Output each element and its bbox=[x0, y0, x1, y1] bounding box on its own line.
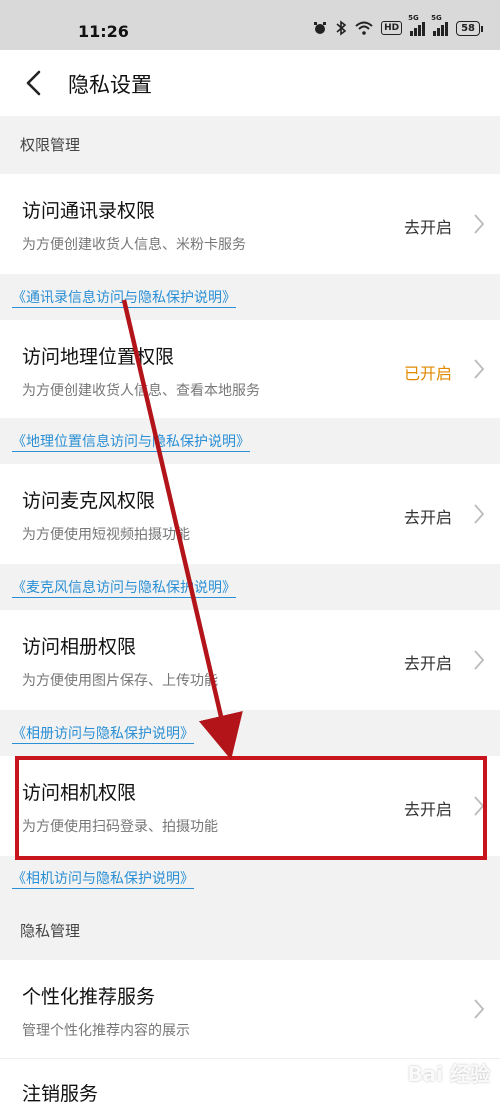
chevron-right-icon bbox=[474, 999, 485, 1019]
permission-row-album[interactable]: 访问相册权限 为方便使用图片保存、上传功能 去开启 bbox=[0, 610, 500, 710]
link-strip-contacts: 《通讯录信息访问与隐私保护说明》 bbox=[0, 274, 500, 320]
status-time: 11:26 bbox=[78, 22, 129, 41]
bluetooth-icon bbox=[336, 20, 347, 36]
battery-icon: 58 bbox=[456, 20, 483, 36]
signal-label: 5G bbox=[408, 14, 419, 22]
row-status[interactable]: 去开启 bbox=[404, 504, 452, 528]
alarm-icon bbox=[314, 22, 327, 34]
row-status[interactable]: 已开启 bbox=[404, 360, 452, 384]
row-title: 访问地理位置权限 bbox=[22, 346, 175, 368]
privacy-link-camera[interactable]: 《相机访问与隐私保护说明》 bbox=[12, 870, 194, 889]
privacy-row-personalized[interactable]: 个性化推荐服务 管理个性化推荐内容的展示 bbox=[0, 960, 500, 1058]
section-header-permissions: 权限管理 bbox=[0, 116, 500, 174]
signal-icon-2: 5G bbox=[431, 14, 449, 36]
row-title: 访问麦克风权限 bbox=[22, 490, 156, 512]
permission-row-microphone[interactable]: 访问麦克风权限 为方便使用短视频拍摄功能 去开启 bbox=[0, 464, 500, 564]
chevron-right-icon bbox=[474, 650, 485, 670]
row-title: 访问通讯录权限 bbox=[22, 200, 156, 222]
privacy-link-microphone[interactable]: 《麦克风信息访问与隐私保护说明》 bbox=[12, 579, 236, 598]
chevron-right-icon bbox=[474, 504, 485, 524]
row-subtitle: 管理个性化推荐内容的展示 bbox=[22, 1023, 190, 1039]
signal-icon: 5G bbox=[408, 14, 426, 36]
page-title: 隐私设置 bbox=[68, 73, 152, 97]
annotation-highlight-box bbox=[15, 756, 487, 860]
permission-row-contacts[interactable]: 访问通讯录权限 为方便创建收货人信息、米粉卡服务 去开启 bbox=[0, 174, 500, 274]
row-subtitle: 为方便创建收货人信息、查看本地服务 bbox=[22, 383, 260, 399]
row-title: 注销服务 bbox=[22, 1083, 99, 1105]
row-subtitle: 为方便创建收货人信息、米粉卡服务 bbox=[22, 237, 246, 253]
link-strip-location: 《地理位置信息访问与隐私保护说明》 bbox=[0, 418, 500, 464]
link-strip-microphone: 《麦克风信息访问与隐私保护说明》 bbox=[0, 564, 500, 610]
row-subtitle: 为方便使用图片保存、上传功能 bbox=[22, 673, 218, 689]
watermark-logo: Bai 经验 bbox=[407, 1062, 490, 1086]
link-strip-camera: 《相机访问与隐私保护说明》 bbox=[0, 856, 500, 902]
row-title: 访问相册权限 bbox=[22, 636, 137, 658]
permission-row-location[interactable]: 访问地理位置权限 为方便创建收货人信息、查看本地服务 已开启 bbox=[0, 320, 500, 418]
chevron-right-icon bbox=[474, 214, 485, 234]
privacy-link-album[interactable]: 《相册访问与隐私保护说明》 bbox=[12, 725, 194, 744]
row-status[interactable]: 去开启 bbox=[404, 650, 452, 674]
row-title: 个性化推荐服务 bbox=[22, 986, 156, 1008]
row-subtitle: 为方便使用短视频拍摄功能 bbox=[22, 527, 190, 543]
back-arrow-icon[interactable] bbox=[20, 68, 48, 98]
status-icons: HD 5G 5G 58 bbox=[313, 14, 483, 36]
link-strip-album: 《相册访问与隐私保护说明》 bbox=[0, 710, 500, 756]
wifi-icon bbox=[355, 21, 373, 35]
chevron-right-icon bbox=[474, 359, 485, 379]
privacy-link-location[interactable]: 《地理位置信息访问与隐私保护说明》 bbox=[12, 433, 250, 452]
section-header-privacy: 隐私管理 bbox=[0, 902, 500, 960]
row-status[interactable]: 去开启 bbox=[404, 214, 452, 238]
privacy-link-contacts[interactable]: 《通讯录信息访问与隐私保护说明》 bbox=[12, 289, 236, 308]
signal-label-2: 5G bbox=[431, 14, 442, 22]
hd-badge: HD bbox=[381, 21, 403, 35]
page-header: 隐私设置 bbox=[0, 50, 500, 116]
status-bar: 11:26 HD 5G 5G 58 bbox=[0, 0, 500, 50]
